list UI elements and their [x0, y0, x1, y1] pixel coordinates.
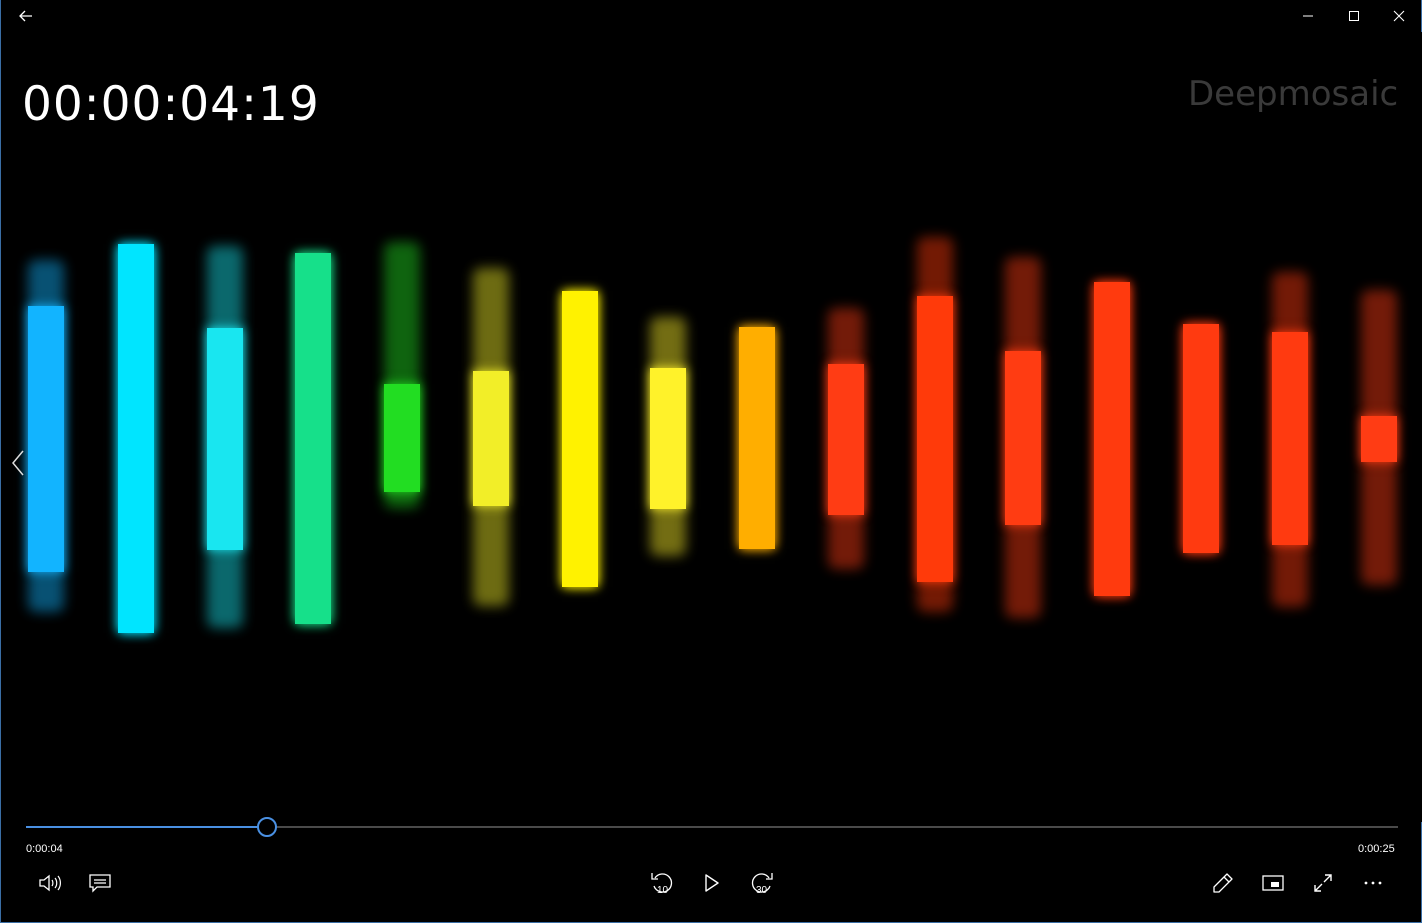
visualizer-bar [1272, 32, 1308, 822]
skip-back-10-icon: 10 [651, 873, 673, 896]
close-button[interactable] [1376, 0, 1422, 32]
close-icon [1393, 10, 1405, 22]
video-surface[interactable]: 00:00:04:19 Deepmosaic [2, 32, 1422, 822]
title-bar [1, 0, 1422, 32]
fullscreen-button[interactable] [1303, 865, 1343, 901]
media-player-window: 00:00:04:19 Deepmosaic 0:00:04 0:00:25 1… [0, 0, 1422, 923]
visualizer-bar-core [562, 291, 598, 587]
visualizer-bar-core [1094, 282, 1130, 596]
skip-forward-button[interactable]: 30 [742, 865, 782, 901]
seek-thumb[interactable] [257, 817, 278, 837]
visualizer-bar-core [1361, 416, 1397, 462]
captions-icon [89, 874, 111, 893]
current-time: 0:00:04 [26, 843, 63, 855]
volume-button[interactable] [30, 865, 70, 901]
skip-back-button[interactable]: 10 [642, 865, 682, 901]
visualizer-bar [562, 32, 598, 822]
back-button[interactable] [3, 0, 49, 32]
visualizer-bar [28, 32, 64, 822]
visualizer-bar [118, 32, 154, 822]
visualizer-bar [1183, 32, 1219, 822]
visualizer-bar-core [828, 364, 864, 515]
watermark-text: Deepmosaic [1188, 74, 1399, 114]
visualizer-bar [1005, 32, 1041, 822]
mini-view-button[interactable] [1253, 865, 1293, 901]
visualizer-bar-core [1272, 332, 1308, 545]
visualizer-bar-core [1183, 324, 1219, 553]
arrow-left-icon [19, 10, 32, 22]
chevron-left-icon [12, 450, 24, 476]
visualizer-bar [917, 32, 953, 822]
more-options-button[interactable] [1353, 865, 1393, 901]
volume-icon [39, 874, 61, 892]
skip-forward-label: 30 [756, 885, 768, 896]
maximize-button[interactable] [1331, 0, 1377, 32]
visualizer-bar-core [118, 244, 154, 633]
visualizer-bar [1361, 32, 1397, 822]
visualizer-bar-core [1005, 351, 1041, 525]
maximize-icon [1349, 11, 1359, 21]
minimize-icon [1303, 15, 1313, 17]
visualizer-bar [1094, 32, 1130, 822]
pencil-icon [1213, 873, 1233, 893]
seek-bar[interactable] [26, 817, 1398, 837]
skip-back-label: 10 [657, 885, 669, 896]
more-icon [1364, 881, 1382, 885]
minimize-button[interactable] [1285, 0, 1331, 32]
play-icon [705, 874, 719, 892]
mini-view-icon [1262, 875, 1284, 891]
visualizer-bar-core [384, 384, 420, 492]
visualizer-bar-core [739, 327, 775, 549]
video-timecode: 00:00:04:19 [22, 77, 320, 132]
seek-progress [26, 826, 267, 828]
visualizer-bar [650, 32, 686, 822]
visualizer-bar-core [650, 368, 686, 509]
visualizer-bar [384, 32, 420, 822]
total-time: 0:00:25 [1358, 843, 1395, 855]
visualizer-bar [828, 32, 864, 822]
visualizer-bar-core [207, 328, 243, 550]
visualizer-bar-core [917, 296, 953, 582]
fullscreen-icon [1314, 874, 1332, 892]
skip-forward-30-icon: 30 [751, 873, 773, 896]
captions-button[interactable] [80, 865, 120, 901]
visualizer-bar [473, 32, 509, 822]
visualizer-bar-core [295, 253, 331, 624]
visualizer-bar [739, 32, 775, 822]
play-button[interactable] [692, 865, 732, 901]
previous-button[interactable] [7, 448, 29, 478]
visualizer-bar-core [28, 306, 64, 572]
visualizer-bar [207, 32, 243, 822]
visualizer-bar [295, 32, 331, 822]
visualizer-bar-core [473, 371, 509, 506]
edit-button[interactable] [1203, 865, 1243, 901]
